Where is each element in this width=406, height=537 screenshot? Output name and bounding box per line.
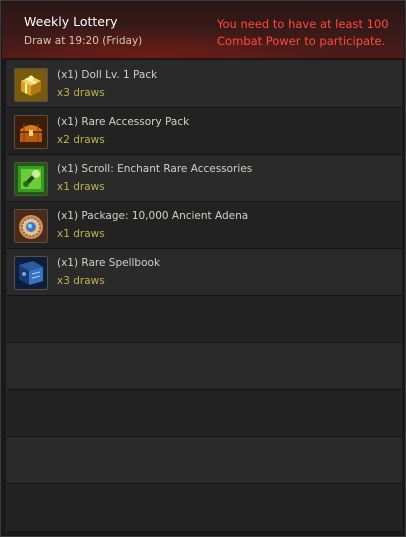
empty-row (7, 390, 401, 437)
spellbook-icon (14, 256, 48, 290)
empty-row (7, 296, 401, 343)
prize-name: (x1) Rare Accessory Pack (57, 116, 190, 128)
adena-coin-pouch-icon (14, 209, 48, 243)
empty-row (7, 343, 401, 390)
empty-row (7, 437, 401, 484)
prize-name: (x1) Doll Lv. 1 Pack (57, 69, 158, 81)
prize-name: (x1) Package: 10,000 Ancient Adena (57, 210, 249, 222)
combat-power-warning: You need to have at least 100 Combat Pow… (217, 17, 389, 48)
enchant-scroll-icon (14, 162, 48, 196)
prize-row[interactable]: (x1) Scroll: Enchant Rare Accessories x1… (7, 155, 401, 202)
prize-draws: x3 draws (57, 275, 105, 287)
prize-name: (x1) Scroll: Enchant Rare Accessories (57, 163, 253, 175)
prize-list: (x1) Doll Lv. 1 Pack x3 draws (x1) Rare … (6, 60, 402, 532)
lottery-header: Weekly Lottery Draw at 19:20 (Friday) Yo… (2, 2, 404, 59)
lottery-title: Weekly Lottery (24, 14, 118, 29)
prize-row[interactable]: (x1) Doll Lv. 1 Pack x3 draws (7, 61, 401, 108)
prize-draws: x3 draws (57, 87, 105, 99)
empty-row (7, 484, 401, 532)
gold-gift-box-icon (14, 68, 48, 102)
prize-row[interactable]: (x1) Rare Spellbook x3 draws (7, 249, 401, 296)
prize-name: (x1) Rare Spellbook (57, 257, 161, 269)
prize-draws: x1 draws (57, 181, 105, 193)
draw-time: Draw at 19:20 (Friday) (24, 35, 143, 47)
prize-draws: x1 draws (57, 228, 105, 240)
prize-row[interactable]: (x1) Rare Accessory Pack x2 draws (7, 108, 401, 155)
treasure-chest-icon (14, 115, 48, 149)
prize-draws: x2 draws (57, 134, 105, 146)
weekly-lottery-panel: Weekly Lottery Draw at 19:20 (Friday) Yo… (0, 0, 406, 537)
prize-row[interactable]: (x1) Package: 10,000 Ancient Adena x1 dr… (7, 202, 401, 249)
